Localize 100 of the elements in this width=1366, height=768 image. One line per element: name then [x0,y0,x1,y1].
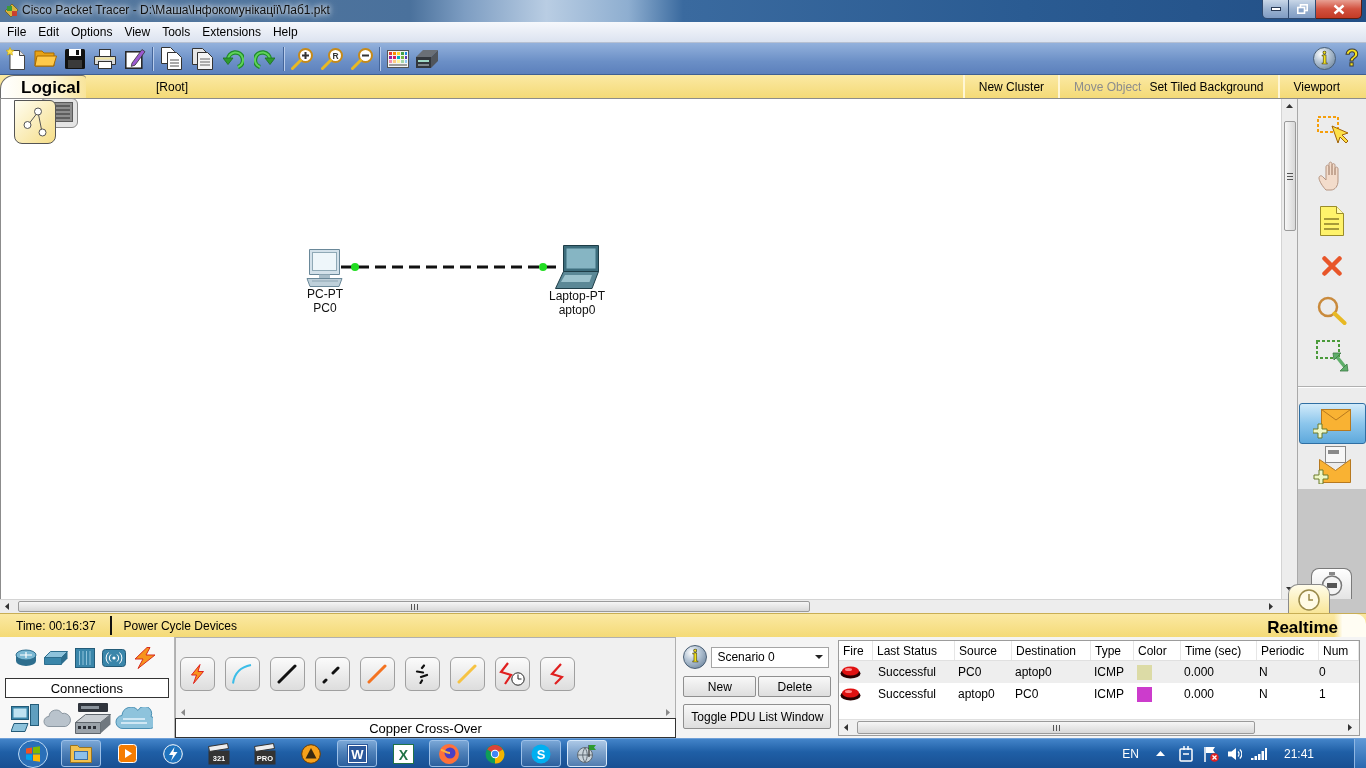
diagonal-line-icon [457,664,478,684]
workspace-canvas[interactable]: PC-PT PC0 Laptop-PT aptop0 [0,99,1281,599]
toggle-pdu-list-button[interactable]: Toggle PDU List Window [683,704,832,729]
column-header[interactable]: Num [1319,641,1359,660]
language-indicator[interactable]: EN [1122,747,1139,760]
category-label: Connections [5,678,169,698]
scroll-left-icon[interactable] [844,724,848,731]
power-cycle-button[interactable]: Power Cycle Devices [123,614,237,637]
folder-icon [70,744,92,763]
table-cell-text: 0.000 [1183,686,1216,703]
switch-icon[interactable] [44,650,68,665]
copy-icon[interactable] [161,47,182,70]
window-title: Cisco Packet Tracer - D:\Маша\Інфокомунікації\Лаб1.pkt [22,3,330,18]
folder-icon[interactable] [33,50,57,67]
column-header[interactable]: Last Status [873,641,955,660]
scenario-dropdown[interactable]: Scenario 0 [711,646,830,668]
device-model-label: Laptop-PT [548,289,605,303]
zoom-in-icon[interactable] [291,47,313,70]
play-icon [117,744,137,763]
close-button[interactable] [1316,0,1362,19]
delete-icon [1322,255,1342,276]
time-label: Time: 00:16:37 [15,619,96,632]
router-icon[interactable] [15,648,37,667]
globe-flag-icon [577,743,597,764]
scroll-right-icon[interactable] [1348,724,1352,731]
flag-error-icon[interactable] [1202,745,1219,762]
zoom-out-icon[interactable] [351,47,373,70]
vertical-scrollbar[interactable] [1281,99,1297,599]
horizontal-scrollbar[interactable] [839,719,1359,735]
column-header[interactable]: Type [1091,641,1134,660]
caret-down-icon [815,655,824,659]
add-pdu-button[interactable] [1298,403,1366,444]
table-cell-text: aptop0 [957,686,996,703]
restore-icon [1296,4,1308,14]
magnifier-icon [1317,295,1347,326]
round-button-icon[interactable] [840,687,861,701]
power-plug-icon[interactable] [1178,745,1193,762]
cable-type-button[interactable] [269,657,305,691]
close-icon [1332,3,1345,15]
wireless-icon[interactable] [102,648,126,667]
network-device-icon[interactable] [414,48,439,69]
note-icon [1320,205,1344,236]
column-header[interactable]: Time (sec) [1181,641,1257,660]
taskbar-button[interactable] [61,740,101,767]
scroll-left-icon[interactable] [5,603,9,610]
cable-type-button[interactable] [404,657,440,691]
caret-up-icon[interactable] [1155,751,1165,756]
menu-item[interactable]: Help [266,22,304,42]
action-button[interactable]: Set Tiled Background [1149,80,1264,93]
column-header[interactable]: Fire [839,641,873,660]
computer-icon[interactable] [11,704,39,732]
hub-icon[interactable] [75,647,95,668]
notepad-pencil-icon[interactable] [124,48,146,69]
pdu-action-button[interactable]: New [683,676,757,697]
menu-item[interactable]: Tools [156,22,197,42]
menu-item[interactable]: Extensions [196,22,267,42]
scroll-right-icon[interactable] [1269,603,1273,610]
table-cell-text: Successful [877,686,938,703]
scroll-thumb[interactable] [18,601,810,612]
taskbar-button[interactable]: W [337,740,377,767]
scroll-thumb[interactable] [1283,121,1296,231]
column-header[interactable]: Destination [1012,641,1091,660]
restore-button[interactable] [1289,0,1316,19]
paste-icon[interactable] [192,47,213,70]
desktop-computer-icon[interactable] [305,249,345,287]
dotted-line-icon [415,664,430,684]
scroll-up-icon[interactable] [1286,104,1293,108]
pdu-action-button[interactable]: Delete [758,676,832,697]
lightning-icon[interactable] [133,646,157,669]
redo-arrow-icon[interactable] [254,48,275,69]
scroll-thumb[interactable] [857,721,1255,734]
speaker-icon[interactable] [1227,746,1242,761]
rack-device-icon[interactable] [75,702,111,734]
device-name-label: PC0 [313,301,337,315]
menu-item[interactable]: File [1,22,33,42]
new-file-icon[interactable] [4,47,26,70]
round-button-icon[interactable] [840,665,861,679]
laptop-icon[interactable] [555,245,599,289]
color-palette-icon[interactable] [386,49,409,68]
printer-icon[interactable] [94,48,116,69]
minimize-button[interactable] [1262,0,1289,19]
menu-item[interactable]: Edit [32,22,66,42]
clock-label[interactable]: 21:41 [1283,747,1314,760]
show-desktop-button[interactable] [1354,739,1366,768]
cable-type-button[interactable] [314,657,350,691]
column-header[interactable]: Source [955,641,1012,660]
column-header[interactable]: Color [1134,641,1181,660]
menu-item[interactable]: View [118,22,157,42]
menu-item[interactable]: Options [65,22,119,42]
undo-arrow-icon[interactable] [223,48,244,69]
action-button[interactable]: Viewport [1293,80,1340,93]
action-button[interactable]: New Cluster [978,80,1045,93]
column-header[interactable]: Periodic [1257,641,1319,660]
taskbar-button[interactable] [429,740,469,767]
taskbar-button[interactable]: X [383,740,423,767]
table-cell-text: PC0 [957,664,983,681]
path-label: [Root] [156,80,188,93]
logical-tab[interactable]: Logical [0,75,86,98]
logical-view-tab[interactable] [14,100,56,144]
signal-bars-icon[interactable] [1250,747,1267,760]
